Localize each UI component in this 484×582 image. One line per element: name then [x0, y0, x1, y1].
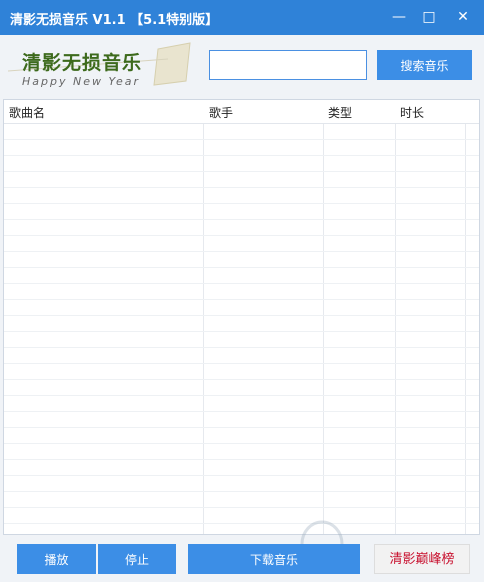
table-row-line: [4, 395, 479, 396]
table-row-line: [4, 379, 479, 380]
close-button[interactable]: ✕: [450, 6, 476, 28]
table-row-line: [4, 251, 479, 252]
table-row-line: [4, 299, 479, 300]
banner-title: 清影无损音乐: [22, 52, 143, 74]
table-row-line: [4, 171, 479, 172]
logo-banner: 清影无损音乐 Happy New Year: [8, 41, 198, 91]
column-header-song[interactable]: 歌曲名: [9, 104, 45, 121]
table-header: 歌曲名 歌手 类型 时长: [4, 100, 479, 124]
table-row-line: [4, 507, 479, 508]
play-button[interactable]: 播放: [17, 544, 96, 574]
stop-button[interactable]: 停止: [98, 544, 176, 574]
column-divider: [203, 100, 204, 534]
title-bar: 清影无损音乐 V1.1 【5.1特别版】 — □ ✕: [0, 0, 484, 35]
column-header-type[interactable]: 类型: [328, 104, 352, 121]
table-row-line: [4, 155, 479, 156]
table-row-line: [4, 267, 479, 268]
column-divider: [395, 100, 396, 534]
table-row-line: [4, 427, 479, 428]
banner-subtitle: Happy New Year: [22, 75, 141, 88]
main-window: 清影无损音乐 V1.1 【5.1特别版】 — □ ✕ 清影无损音乐 Happy …: [0, 0, 484, 582]
column-header-artist[interactable]: 歌手: [209, 104, 233, 121]
table-row-line: [4, 443, 479, 444]
table-row-line: [4, 459, 479, 460]
table-row-line: [4, 363, 479, 364]
table-row-line: [4, 219, 479, 220]
table-row-line: [4, 139, 479, 140]
column-divider: [465, 100, 466, 534]
table-row-line: [4, 475, 479, 476]
table-row-line: [4, 331, 479, 332]
table-row-line: [4, 411, 479, 412]
table-row-line: [4, 187, 479, 188]
maximize-button[interactable]: □: [416, 6, 442, 28]
song-table[interactable]: 歌曲名 歌手 类型 时长: [3, 99, 480, 535]
rank-button[interactable]: 清影巅峰榜: [374, 544, 470, 574]
column-header-duration[interactable]: 时长: [400, 104, 424, 121]
window-title: 清影无损音乐 V1.1 【5.1特别版】: [10, 13, 219, 28]
download-button[interactable]: 下载音乐: [188, 544, 360, 574]
table-row-line: [4, 235, 479, 236]
table-row-line: [4, 283, 479, 284]
table-row-line: [4, 491, 479, 492]
search-input[interactable]: [209, 50, 367, 80]
minimize-button[interactable]: —: [386, 6, 412, 28]
table-row-line: [4, 203, 479, 204]
table-row-line: [4, 347, 479, 348]
table-row-line: [4, 315, 479, 316]
search-button[interactable]: 搜索音乐: [377, 50, 472, 80]
column-divider: [323, 100, 324, 534]
